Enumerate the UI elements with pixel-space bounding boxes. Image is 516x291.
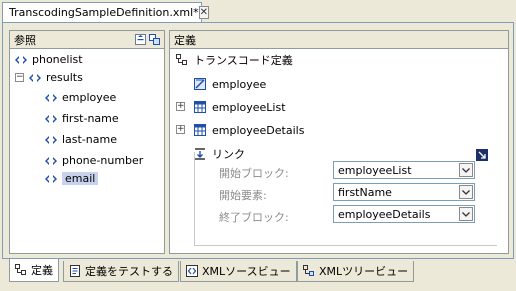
xml-element-icon	[29, 73, 41, 82]
editor-tab-title: TranscodingSampleDefinition.xml*	[9, 6, 199, 19]
tree-item-last-name[interactable]: last-name	[44, 131, 117, 148]
link-group: 開始ブロック: employeeList 開始要素: firstName 終了ブ…	[194, 152, 497, 246]
tree-item-label: email	[62, 172, 99, 185]
chevron-down-icon[interactable]	[459, 185, 473, 199]
start-element-label: 開始要素:	[219, 189, 267, 202]
tree-item-results[interactable]: results	[28, 69, 83, 86]
tree-structure-icon	[176, 54, 187, 65]
collapse-icon[interactable]: −	[15, 73, 24, 82]
xml-element-icon	[45, 174, 57, 183]
definition-panel: 定義 トランスコード定義 employee + employeeList + e…	[169, 30, 509, 254]
tree-item-phone-number[interactable]: phone-number	[44, 152, 143, 169]
tree-item-label: employee	[62, 91, 117, 104]
start-block-label: 開始ブロック:	[219, 167, 289, 180]
xml-element-icon	[45, 114, 57, 123]
reference-panel-header: 参照	[10, 31, 164, 49]
editor-tab[interactable]: TranscodingSampleDefinition.xml* ✕	[2, 2, 210, 22]
end-block-label: 終了ブロック:	[219, 211, 289, 224]
tree-item-label: phone-number	[62, 154, 144, 167]
transcode-definition-root[interactable]: トランスコード定義	[176, 51, 293, 69]
tab-label: XMLツリービュー	[319, 265, 409, 278]
tree-item-label: last-name	[62, 133, 118, 146]
definition-item-label: employeeDetails	[212, 123, 305, 137]
link-editor-icon[interactable]	[149, 34, 160, 45]
end-block-value: employeeDetails	[338, 207, 431, 221]
chevron-down-icon[interactable]	[459, 207, 473, 221]
end-block-select[interactable]: employeeDetails	[333, 205, 475, 223]
tree-structure-icon	[15, 264, 26, 275]
definition-item-label: employee	[212, 77, 267, 91]
tree-item-employee[interactable]: employee	[44, 89, 116, 106]
block-icon	[194, 78, 206, 90]
xml-element-icon	[15, 55, 27, 64]
tree-item-label: phonelist	[32, 53, 83, 66]
expand-icon[interactable]: +	[176, 125, 185, 134]
xml-source-icon	[186, 265, 198, 277]
reference-panel: 参照 phonelist − results employee first-na…	[9, 30, 165, 254]
start-block-select[interactable]: employeeList	[333, 161, 475, 179]
xml-tree-icon	[303, 265, 314, 276]
tree-item-label: results	[46, 71, 83, 84]
tab-test-definition[interactable]: 定義をテストする	[63, 261, 179, 282]
xml-element-icon	[45, 93, 57, 102]
definition-item-employee[interactable]: employee	[194, 75, 266, 93]
transcode-definition-label: トランスコード定義	[194, 54, 293, 67]
document-icon	[70, 265, 80, 277]
tree-item-phonelist[interactable]: phonelist	[14, 51, 83, 68]
tab-label: 定義をテストする	[85, 265, 173, 278]
start-element-select[interactable]: firstName	[333, 183, 475, 201]
definition-item-employee-list[interactable]: employeeList	[194, 98, 286, 116]
reference-panel-title: 参照	[14, 33, 36, 47]
tree-item-email[interactable]: email	[44, 170, 99, 187]
definition-panel-title: 定義	[174, 33, 196, 47]
table-icon	[194, 101, 206, 113]
definition-panel-header: 定義	[170, 31, 508, 49]
tab-xml-tree-view[interactable]: XMLツリービュー	[297, 261, 415, 282]
start-block-value: employeeList	[338, 163, 412, 177]
tab-label: XMLソースビュー	[202, 265, 291, 278]
tab-label: 定義	[31, 264, 53, 277]
editor-frame: 参照 phonelist − results employee first-na…	[2, 22, 514, 259]
definition-item-label: employeeList	[212, 100, 286, 114]
expand-icon[interactable]: +	[176, 102, 185, 111]
tab-xml-source-view[interactable]: XMLソースビュー	[180, 261, 297, 282]
chevron-down-icon[interactable]	[459, 163, 473, 177]
tab-definition[interactable]: 定義	[9, 259, 59, 282]
collapse-all-icon[interactable]	[135, 34, 146, 45]
start-element-value: firstName	[338, 185, 392, 199]
xml-element-icon	[45, 135, 57, 144]
tree-item-first-name[interactable]: first-name	[44, 110, 119, 127]
tree-item-label: first-name	[62, 112, 119, 125]
xml-element-icon	[45, 156, 57, 165]
close-icon[interactable]: ✕	[198, 6, 210, 19]
definition-item-employee-details[interactable]: employeeDetails	[194, 121, 304, 139]
table-icon	[194, 124, 206, 136]
